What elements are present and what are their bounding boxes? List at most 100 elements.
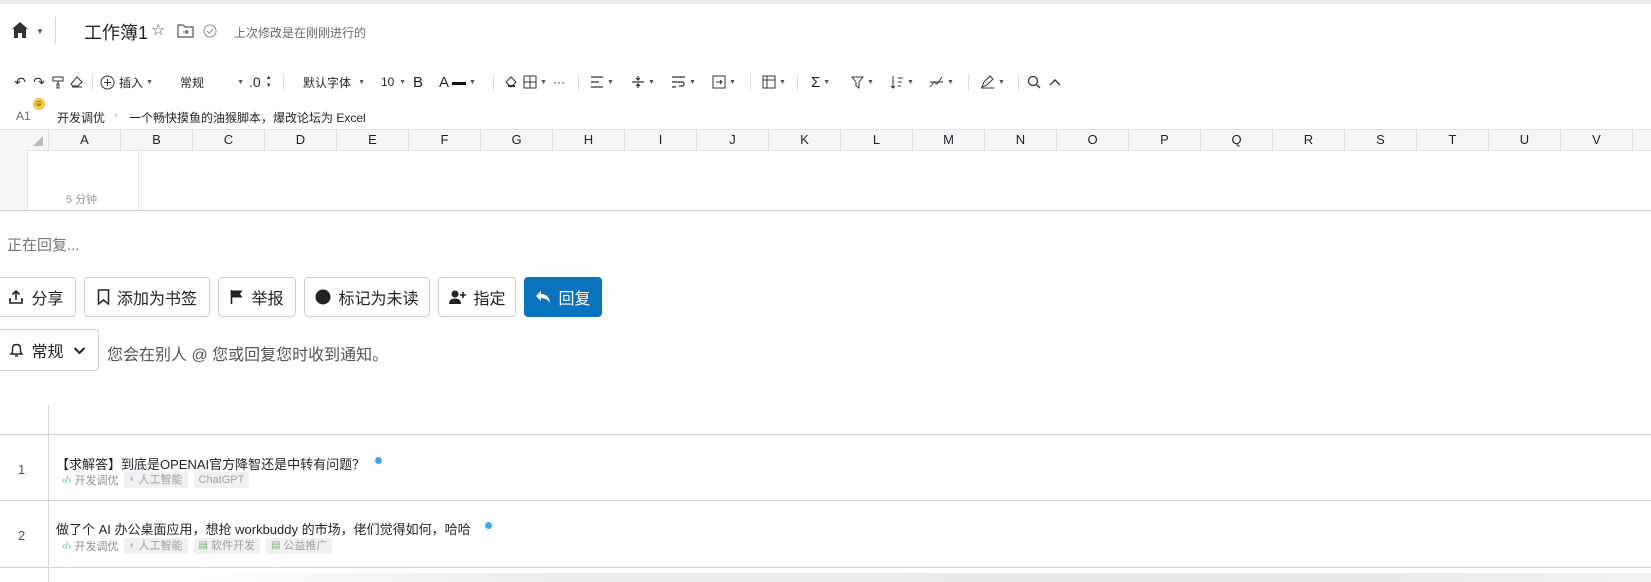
star-icon[interactable]: ☆ bbox=[151, 21, 165, 41]
insert-menu[interactable]: 插入 ▼ bbox=[100, 72, 153, 92]
bookmark-button[interactable]: 添加为书签 bbox=[84, 277, 210, 317]
bold-button[interactable]: B bbox=[413, 72, 423, 92]
borders-button[interactable]: ▼ bbox=[523, 72, 547, 92]
tag-chatgpt[interactable]: ChatGPT bbox=[193, 472, 250, 488]
column-header[interactable]: V bbox=[1560, 130, 1632, 150]
column-header[interactable]: A bbox=[48, 130, 120, 150]
format-painter-icon[interactable] bbox=[50, 72, 66, 92]
wrap-text-icon bbox=[672, 76, 685, 88]
column-header[interactable]: T bbox=[1416, 130, 1488, 150]
functions-button[interactable]: Σ ▼ bbox=[811, 72, 830, 92]
share-button[interactable]: 分享 bbox=[0, 277, 76, 317]
text-wrap-button[interactable]: ▼ bbox=[671, 72, 696, 92]
vertical-align-icon bbox=[632, 76, 644, 88]
font-size-select[interactable]: 10 ▼ bbox=[381, 72, 406, 92]
row-header-strip bbox=[0, 150, 28, 210]
toolbar-divider bbox=[968, 74, 969, 90]
column-header[interactable]: M bbox=[912, 130, 984, 150]
cell-time-value[interactable]: 5 分钟 bbox=[66, 191, 97, 207]
chevron-down-icon: ▼ bbox=[146, 78, 153, 86]
column-header[interactable]: I bbox=[624, 130, 696, 150]
topic-title-link[interactable]: 做了个 AI 办公桌面应用，想抢 workbuddy 的市场，佬们觉得如何，哈哈 bbox=[56, 519, 471, 538]
search-icon bbox=[1027, 75, 1041, 89]
fill-color-button[interactable] bbox=[504, 72, 518, 92]
column-header[interactable]: N bbox=[984, 130, 1056, 150]
conditional-format-button[interactable]: ▼ bbox=[762, 72, 786, 92]
column-header[interactable]: P bbox=[1128, 130, 1200, 150]
number-format-select[interactable]: 常规 ▼ bbox=[180, 72, 244, 92]
breadcrumb-category[interactable]: 开发调优 bbox=[57, 109, 105, 126]
unread-dot bbox=[485, 522, 492, 529]
move-folder-button[interactable] bbox=[177, 23, 194, 43]
home-button[interactable] bbox=[10, 20, 34, 42]
chevron-down-icon: ▼ bbox=[540, 78, 547, 86]
home-menu-chevron-icon[interactable]: ▼ bbox=[36, 27, 44, 36]
row-divider bbox=[0, 567, 1651, 568]
insert-label: 插入 bbox=[119, 75, 144, 90]
column-header[interactable]: D bbox=[264, 130, 336, 150]
merge-cells-button[interactable]: ▼ bbox=[712, 72, 736, 92]
reply-label: 回复 bbox=[558, 291, 591, 308]
font-family-select[interactable]: 默认字体 ▼ bbox=[303, 72, 365, 92]
flag-icon bbox=[230, 289, 244, 305]
sort-button[interactable]: ▼ bbox=[890, 72, 914, 92]
chart-icon bbox=[929, 76, 943, 88]
clear-format-icon[interactable] bbox=[68, 72, 84, 92]
column-header[interactable]: Q bbox=[1200, 130, 1272, 150]
cell-reference[interactable]: A1 bbox=[16, 109, 31, 123]
column-header[interactable]: E bbox=[336, 130, 408, 150]
number-format-value: 常规 bbox=[180, 75, 205, 90]
document-icon: ▤ bbox=[270, 540, 281, 551]
column-header[interactable]: C bbox=[192, 130, 264, 150]
column-header[interactable]: B bbox=[120, 130, 192, 150]
more-icon: ··· bbox=[553, 75, 565, 89]
align-left-icon bbox=[591, 76, 603, 88]
collapse-toolbar-button[interactable] bbox=[1049, 72, 1061, 92]
notification-level-dropdown[interactable]: 常规 bbox=[0, 329, 99, 371]
decimal-label: .0 bbox=[249, 74, 261, 90]
draw-tools-button[interactable]: ▼ bbox=[980, 72, 1005, 92]
column-header[interactable]: R bbox=[1272, 130, 1344, 150]
column-header[interactable]: J bbox=[696, 130, 768, 150]
notification-description: 您会在别人 @ 您或回复您时收到通知。 bbox=[107, 347, 389, 364]
emoji-avatar-icon: ☺ bbox=[33, 98, 45, 110]
undo-icon[interactable]: ↶ bbox=[12, 72, 28, 92]
column-header[interactable]: U bbox=[1488, 130, 1560, 150]
decimal-stepper[interactable]: .0 ▲ ▼ bbox=[249, 72, 272, 92]
column-header[interactable]: O bbox=[1056, 130, 1128, 150]
topic-title-link[interactable]: 【求解答】到底是OPENAI官方降智还是中转有问题？ bbox=[56, 454, 365, 473]
reply-button[interactable]: 回复 bbox=[524, 277, 602, 317]
redo-icon[interactable]: ↷ bbox=[30, 72, 48, 92]
column-header[interactable]: G bbox=[480, 130, 552, 150]
user-plus-icon bbox=[448, 289, 467, 305]
search-button[interactable] bbox=[1027, 72, 1041, 92]
workbook-title[interactable]: 工作簿1 bbox=[84, 19, 148, 45]
column-header[interactable]: F bbox=[408, 130, 480, 150]
topic-category[interactable]: 开发调优 bbox=[74, 538, 118, 554]
toolbar-divider bbox=[750, 74, 751, 90]
tag-ai[interactable]: ◐ 人工智能 bbox=[124, 472, 188, 488]
tag-software-dev[interactable]: ▤ 软件开发 bbox=[193, 538, 260, 554]
mark-unread-button[interactable]: 标记为未读 bbox=[304, 277, 430, 317]
assign-button[interactable]: 指定 bbox=[438, 277, 516, 317]
text-color-button[interactable]: A ▼ bbox=[439, 72, 476, 92]
more-formats-button[interactable]: ··· bbox=[553, 72, 565, 92]
tag-ai[interactable]: ◐ 人工智能 bbox=[124, 538, 188, 554]
toolbar-divider bbox=[578, 74, 579, 90]
column-header[interactable]: S bbox=[1344, 130, 1416, 150]
horizontal-align-button[interactable]: ▼ bbox=[590, 72, 614, 92]
reply-arrow-icon bbox=[535, 290, 551, 304]
column-header[interactable]: H bbox=[552, 130, 624, 150]
color-swatch bbox=[452, 81, 467, 85]
data-validation-button[interactable]: ▼ bbox=[929, 72, 954, 92]
column-header[interactable]: L bbox=[840, 130, 912, 150]
column-header[interactable]: K bbox=[768, 130, 840, 150]
filter-button[interactable]: ▼ bbox=[851, 72, 874, 92]
topic-category[interactable]: 开发调优 bbox=[74, 472, 118, 488]
select-all-corner[interactable] bbox=[33, 136, 43, 146]
chevron-down-icon: ▼ bbox=[648, 78, 655, 86]
vertical-align-button[interactable]: ▼ bbox=[631, 72, 655, 92]
saved-check-icon bbox=[203, 24, 217, 43]
flag-button[interactable]: 举报 bbox=[218, 277, 296, 317]
tag-promotion[interactable]: ▤ 公益推广 bbox=[265, 538, 333, 554]
